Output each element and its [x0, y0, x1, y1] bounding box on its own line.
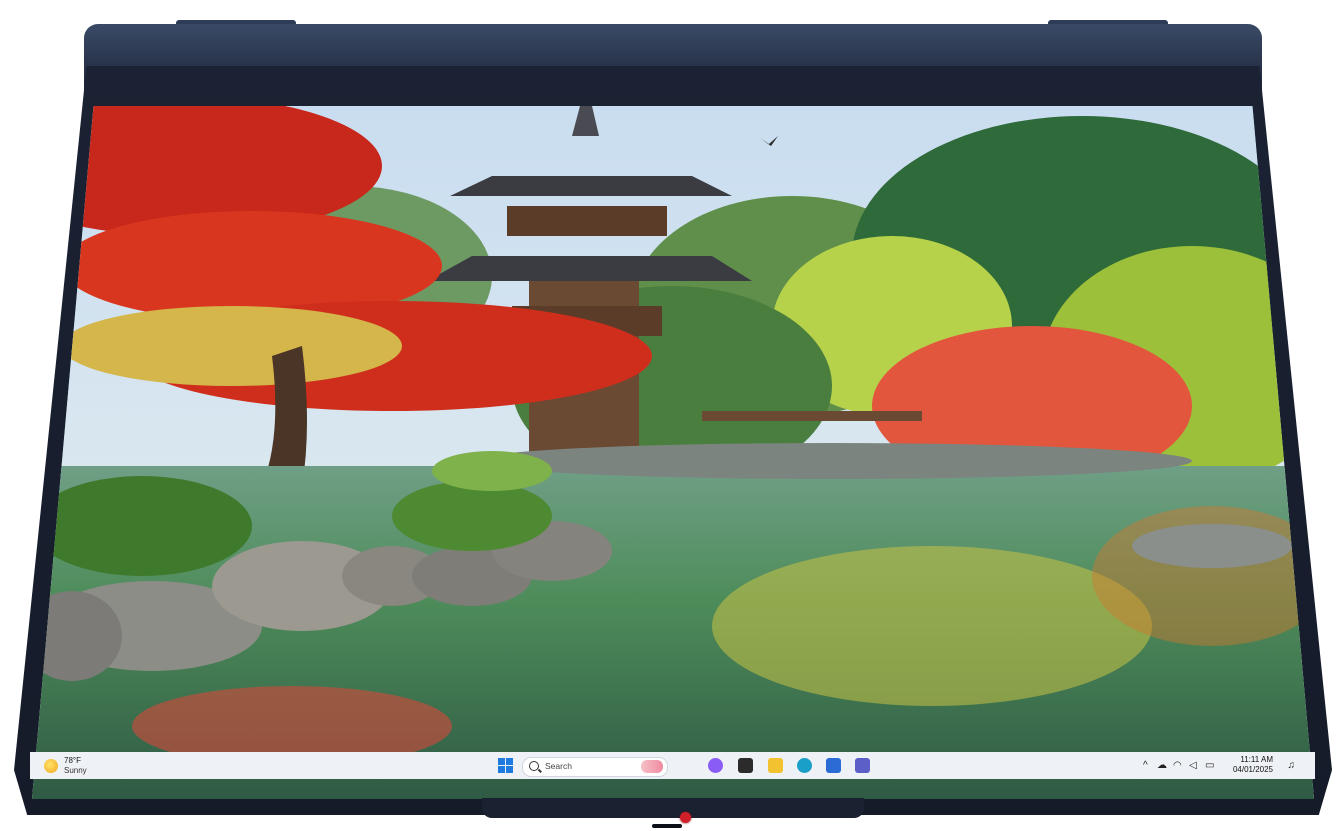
- camera-indicator: [680, 812, 691, 823]
- search-placeholder: Search: [545, 761, 572, 771]
- copilot-icon[interactable]: [708, 758, 723, 773]
- clock-date[interactable]: 04/01/2025: [1233, 765, 1273, 774]
- system-tray: ^ ☁ ◠ ◁ ▭ 11:11 AM 04/01/2025 ♫: [1143, 755, 1303, 777]
- battery-icon[interactable]: ▭: [1205, 760, 1214, 771]
- desktop-wallpaper: [32, 106, 1314, 799]
- file-explorer-icon[interactable]: [768, 758, 783, 773]
- task-view-icon[interactable]: [738, 758, 753, 773]
- wallpaper-scene: [32, 106, 1314, 799]
- teams-icon[interactable]: [855, 758, 870, 773]
- search-input[interactable]: Search: [522, 757, 668, 777]
- edge-icon[interactable]: [797, 758, 812, 773]
- clock-time[interactable]: 11:11 AM: [1240, 755, 1273, 764]
- search-highlight-icon: [641, 760, 663, 773]
- cloud-icon[interactable]: ☁: [1157, 760, 1167, 771]
- volume-icon[interactable]: ◁: [1189, 760, 1197, 771]
- search-icon: [529, 761, 539, 771]
- wifi-icon[interactable]: ◠: [1173, 760, 1182, 771]
- bottom-bezel-notch: [482, 798, 864, 818]
- taskbar: 78°F Sunny Search ^ ☁ ◠ ◁ ▭ 11:11 AM 04/…: [30, 752, 1315, 779]
- sun-icon: [44, 759, 58, 773]
- notification-bell-icon[interactable]: ♫: [1288, 760, 1296, 771]
- camera-slot: [652, 824, 682, 828]
- weather-condition: Sunny: [64, 766, 87, 775]
- store-icon[interactable]: [826, 758, 841, 773]
- windows-start-icon[interactable]: [498, 758, 513, 773]
- show-hidden-icons-chevron[interactable]: ^: [1143, 760, 1148, 771]
- laptop-device: [14, 20, 1332, 828]
- weather-temperature: 78°F: [64, 756, 81, 765]
